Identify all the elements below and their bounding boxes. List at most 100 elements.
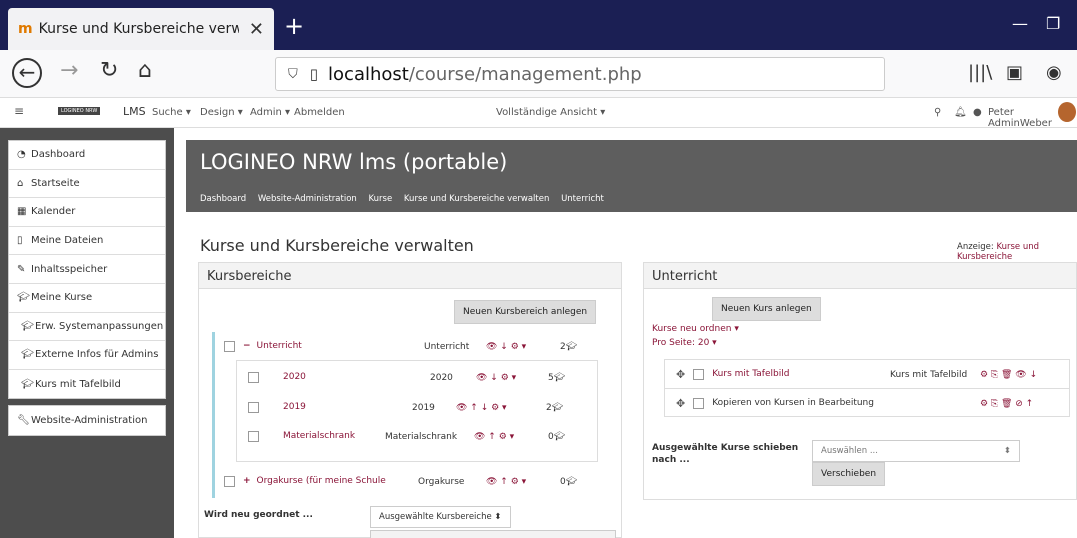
course-name[interactable]: Kopieren von Kursen in Bearbeitung: [712, 398, 874, 408]
select-arrow-icon: ⬍: [1003, 446, 1011, 456]
per-page-menu[interactable]: Pro Seite: 20 ▾: [652, 338, 717, 348]
category-row[interactable]: 2020: [248, 363, 306, 391]
menu-icon[interactable]: ≡: [14, 104, 24, 118]
course-actions[interactable]: ⚙ ⎘ 🗑︎ ⊘ ↑: [980, 399, 1033, 409]
breadcrumb-item[interactable]: Dashboard: [200, 194, 246, 204]
category-name[interactable]: 2019: [283, 402, 306, 412]
breadcrumb-item[interactable]: Kurse und Kursbereiche verwalten: [404, 194, 549, 204]
category-actions[interactable]: 👁︎ ↓ ⚙ ▾: [486, 342, 526, 352]
dashboard-icon: ◔: [17, 149, 26, 161]
graduation-cap-icon: 🎓︎: [553, 432, 566, 442]
sidebar-item-kalender[interactable]: ▦ Kalender: [9, 198, 165, 227]
sidebar-toggle-icon[interactable]: ▣: [1006, 62, 1023, 83]
menu-admin[interactable]: Admin ▾: [250, 107, 290, 118]
home-icon[interactable]: ⌂: [138, 58, 152, 83]
chat-icon[interactable]: ●: [973, 107, 982, 118]
page-icon: ▯: [309, 65, 319, 83]
category-name[interactable]: Materialschrank: [283, 431, 355, 441]
category-checkbox[interactable]: [224, 475, 235, 487]
category-actions[interactable]: 👁︎ ↑ ↓ ⚙ ▾: [456, 403, 507, 413]
graduation-cap-icon: 🎓︎: [21, 349, 34, 361]
menu-abmelden[interactable]: Abmelden: [294, 107, 345, 118]
category-row[interactable]: + Orgakurse (für meine Schule: [224, 467, 386, 495]
category-row[interactable]: 2019: [248, 393, 306, 421]
sidebar-course-item[interactable]: 🎓︎ Erw. Systemanpassungen: [9, 313, 165, 342]
close-tab-icon[interactable]: ✕: [249, 19, 264, 40]
calendar-icon: ▦: [17, 206, 27, 218]
course-checkbox[interactable]: [693, 368, 705, 380]
graduation-cap-icon: 🎓︎: [17, 292, 30, 304]
breadcrumb-item[interactable]: Unterricht: [561, 194, 604, 204]
move-handle-icon[interactable]: ✥: [676, 397, 685, 410]
breadcrumb-item[interactable]: Website-Administration: [258, 194, 357, 204]
reorder-select-secondary[interactable]: [370, 530, 616, 538]
category-checkbox[interactable]: [224, 340, 235, 352]
site-logo[interactable]: LOGINEO NRW: [58, 107, 101, 115]
category-course-count: 2🎓︎: [560, 342, 578, 352]
category-name[interactable]: 2020: [283, 372, 306, 382]
forward-icon[interactable]: →: [60, 58, 78, 83]
category-actions[interactable]: 👁︎ ↑ ⚙ ▾: [486, 477, 526, 487]
course-actions[interactable]: ⚙ ⎘ 🗑︎ 👁︎ ↓: [980, 370, 1037, 380]
library-icon[interactable]: |||\: [968, 62, 992, 83]
sidebar-item-meine-dateien[interactable]: ▯ Meine Dateien: [9, 227, 165, 256]
view-mode-menu[interactable]: Vollständige Ansicht ▾: [496, 107, 605, 118]
category-row[interactable]: − Unterricht: [224, 332, 598, 360]
lms-label: LMS: [123, 105, 146, 118]
sidebar-item-meine-kurse[interactable]: 🎓︎ Meine Kurse: [9, 284, 165, 313]
bell-icon[interactable]: 🔔︎: [954, 107, 967, 118]
menu-design[interactable]: Design ▾: [200, 107, 243, 118]
site-title: LOGINEO NRW lms (portable): [200, 150, 508, 174]
course-checkbox[interactable]: [693, 397, 705, 409]
collapse-icon[interactable]: −: [243, 341, 251, 351]
category-name[interactable]: Orgakurse (für meine Schule: [257, 476, 386, 486]
sidebar-item-dashboard[interactable]: ◔ Dashboard: [9, 141, 165, 170]
sidebar-item-startseite[interactable]: ⌂ Startseite: [9, 170, 165, 199]
sidebar-course-item[interactable]: 🎓︎ Externe Infos für Admins: [9, 341, 165, 370]
category-actions[interactable]: 👁︎ ↑ ⚙ ▾: [474, 432, 514, 442]
new-tab-icon[interactable]: +: [284, 12, 304, 40]
move-handle-icon[interactable]: ✥: [676, 368, 685, 381]
category-checkbox[interactable]: [248, 401, 259, 413]
breadcrumb-item[interactable]: Kurse: [369, 194, 393, 204]
course-name[interactable]: Kurs mit Tafelbild: [712, 369, 789, 379]
minimize-icon[interactable]: —: [1012, 14, 1028, 33]
search-icon[interactable]: ⚲: [934, 107, 941, 118]
reload-icon[interactable]: ↻: [100, 58, 118, 83]
category-checkbox[interactable]: [248, 371, 259, 383]
site-navbar: ≡ LOGINEO NRW LMS Suche ▾ Design ▾ Admin…: [0, 98, 1077, 129]
breadcrumb: Dashboard Website-Administration Kurse K…: [200, 194, 613, 204]
category-checkbox[interactable]: [248, 430, 259, 442]
new-course-button[interactable]: Neuen Kurs anlegen: [712, 297, 821, 321]
home-icon: ⌂: [17, 177, 24, 189]
category-row[interactable]: Materialschrank: [248, 422, 355, 450]
course-panel-title: Unterricht: [644, 263, 1076, 289]
sidebar-item-website-admin[interactable]: 🔧︎ Website-Administration: [9, 406, 165, 435]
selection-bar: [212, 332, 215, 498]
move-button[interactable]: Verschieben: [812, 462, 886, 486]
sidebar-item-inhaltsspeicher[interactable]: ✎ Inhaltsspeicher: [9, 255, 165, 284]
sidebar: ◔ Dashboard ⌂ Startseite ▦ Kalender ▯ Meine …: [0, 128, 174, 538]
browser-tab[interactable]: m Kurse und Kursbereiche verwalt ✕: [8, 8, 274, 50]
account-icon[interactable]: ◉: [1046, 62, 1062, 83]
graduation-cap-icon: 🎓︎: [21, 320, 34, 332]
back-icon[interactable]: ←: [12, 58, 42, 88]
reorder-label: Wird neu geordnet ...: [204, 510, 313, 520]
new-category-button[interactable]: Neuen Kursbereich anlegen: [454, 300, 597, 324]
category-actions[interactable]: 👁︎ ↓ ⚙ ▾: [476, 373, 516, 383]
move-target-select[interactable]: Auswählen ... ⬍: [812, 440, 1020, 462]
avatar[interactable]: [1058, 102, 1076, 122]
reorder-courses-menu[interactable]: Kurse neu ordnen ▾: [652, 324, 739, 334]
menu-suche[interactable]: Suche ▾: [152, 107, 191, 118]
category-idnumber: Unterricht: [424, 342, 470, 352]
graduation-cap-icon: 🎓︎: [565, 477, 578, 487]
restore-icon[interactable]: ❐: [1046, 14, 1060, 33]
category-name[interactable]: Unterricht: [257, 341, 302, 351]
url-bar[interactable]: ⛉ ▯ localhost /course/management.php: [275, 57, 885, 91]
browser-tab-bar: m Kurse und Kursbereiche verwalt ✕ + — ❐: [0, 0, 1077, 50]
course-row[interactable]: ✥ Kurs mit Tafelbild: [676, 360, 789, 388]
reorder-select[interactable]: Ausgewählte Kursbereiche ⬍: [370, 506, 511, 528]
course-row[interactable]: ✥ Kopieren von Kursen in Bearbeitung: [676, 389, 874, 417]
expand-icon[interactable]: +: [243, 476, 251, 486]
sidebar-course-item[interactable]: 🎓︎ Kurs mit Tafelbild: [9, 370, 165, 399]
